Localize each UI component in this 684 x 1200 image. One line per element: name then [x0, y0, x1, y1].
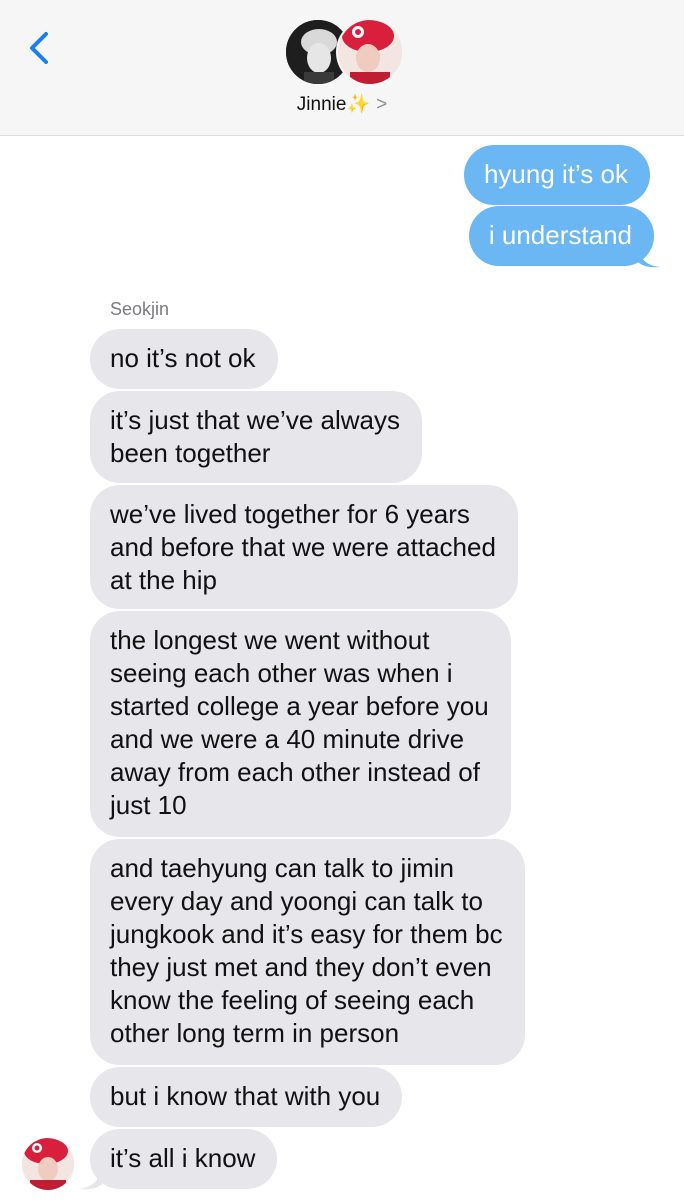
sender-name: Seokjin — [110, 299, 170, 319]
received-message-bubble[interactable]: no it’s not ok — [90, 329, 278, 389]
sent-bubble-tail — [638, 248, 660, 268]
message-text: hyung it’s ok — [483, 159, 628, 189]
received-bubble-tail — [80, 1168, 102, 1190]
message-line: and we were a 40 minute drive — [110, 724, 465, 754]
message-line: and before that we were attached — [110, 532, 496, 562]
received-message-bubble[interactable]: but i know that with you — [90, 1067, 403, 1127]
message-line: every day and yoongi can talk to — [110, 886, 483, 916]
message-line: been together — [110, 438, 271, 468]
message-line: it’s just that we’ve always — [110, 405, 400, 435]
chevron-right-icon: > — [376, 94, 388, 115]
message-line: we’ve lived together for 6 years — [110, 499, 470, 529]
message-line: it’s all i know — [110, 1143, 256, 1173]
message-line: at the hip — [110, 565, 217, 595]
conversation-header: Jinnie✨ > — [0, 0, 684, 136]
received-message-bubble[interactable]: it’s just that we’ve always been togethe… — [90, 391, 422, 483]
sent-message-bubble[interactable]: i understand — [468, 206, 654, 266]
message-line: and taehyung can talk to jimin — [110, 853, 454, 883]
received-message-bubble[interactable]: it’s all i know — [90, 1129, 278, 1189]
received-message-bubble[interactable]: we’ve lived together for 6 years and bef… — [90, 485, 518, 609]
message-line: other long term in person — [110, 1018, 400, 1048]
contact-avatar-2 — [336, 18, 404, 86]
message-line: jungkook and it’s easy for them bc — [110, 919, 503, 949]
sender-avatar[interactable] — [22, 1138, 74, 1190]
message-line: away from each other instead of — [110, 757, 480, 787]
sent-message-bubble[interactable]: hyung it’s ok — [463, 145, 650, 205]
message-text: i understand — [488, 220, 632, 250]
contact-name-text: Jinnie — [296, 94, 347, 115]
message-line: the longest we went without — [110, 625, 430, 655]
received-message-bubble[interactable]: the longest we went without seeing each … — [90, 611, 511, 837]
group-avatars[interactable] — [284, 18, 404, 88]
message-line: started college a year before you — [110, 691, 489, 721]
message-line: but i know that with you — [110, 1081, 381, 1111]
message-line: seeing each other was when i — [110, 658, 453, 688]
sparkle-icon: ✨ — [346, 94, 371, 115]
message-line: they just met and they don’t even — [110, 952, 492, 982]
contact-name[interactable]: Jinnie✨ > — [0, 92, 684, 116]
received-message-bubble[interactable]: and taehyung can talk to jimin every day… — [90, 839, 525, 1065]
message-line: just 10 — [110, 790, 187, 820]
message-line: know the feeling of seeing each — [110, 985, 475, 1015]
message-line: no it’s not ok — [110, 343, 256, 373]
back-chevron-icon[interactable] — [22, 28, 56, 68]
